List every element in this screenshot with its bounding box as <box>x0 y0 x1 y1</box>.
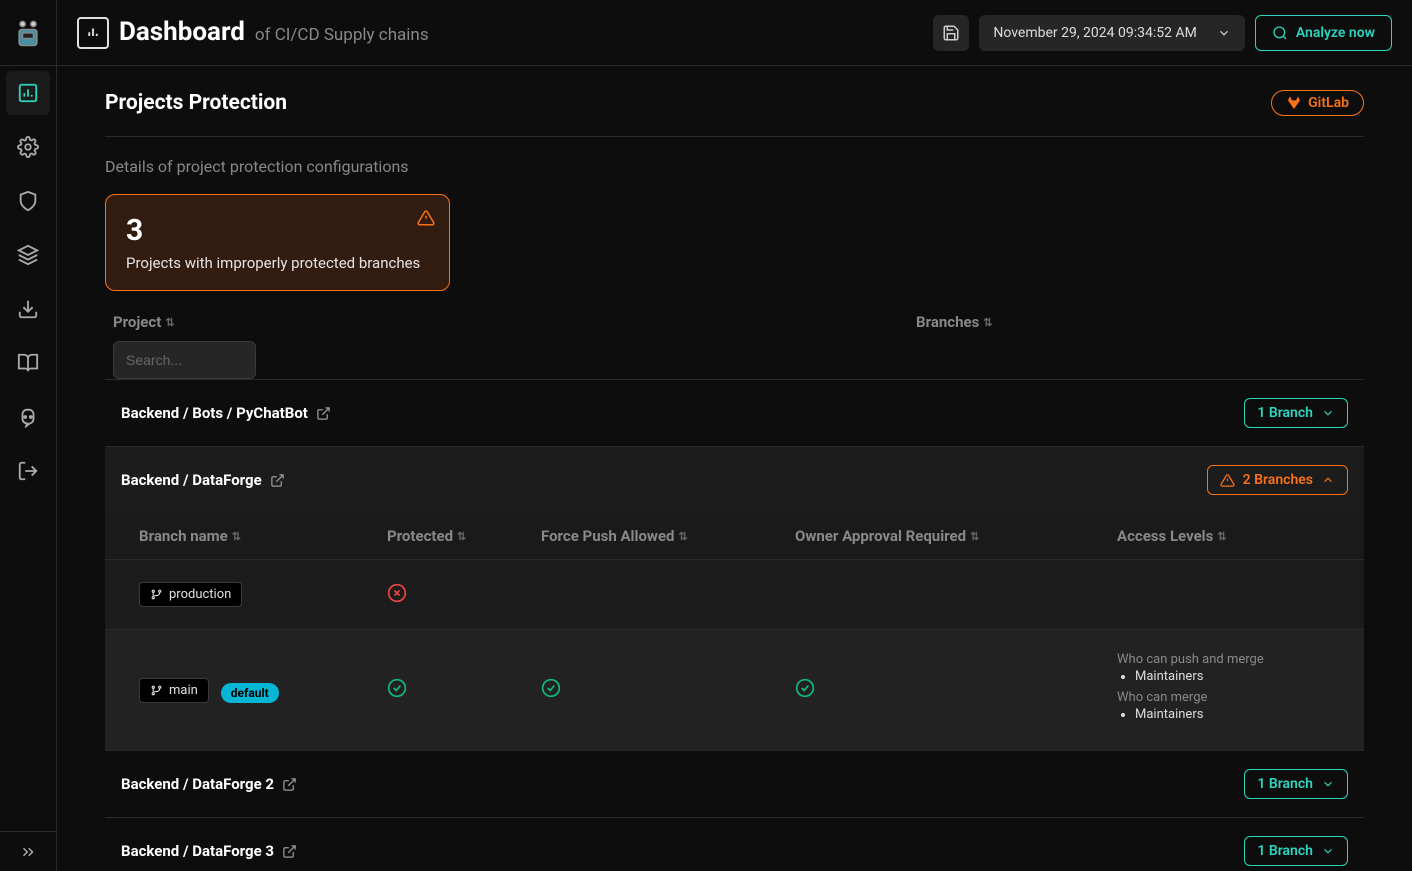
external-link-icon[interactable] <box>270 473 285 488</box>
summary-desc: Projects with improperly protected branc… <box>126 254 429 272</box>
branch-details: Branch name ⇅ Protected ⇅ Force Push All… <box>105 513 1364 750</box>
sidebar-item-docs[interactable] <box>6 341 50 385</box>
analyze-label: Analyze now <box>1296 25 1375 41</box>
status-ok-icon <box>795 678 815 698</box>
save-button[interactable] <box>933 15 969 51</box>
project-row: Backend / DataForge 2 Branches <box>105 446 1364 513</box>
timestamp: November 29, 2024 09:34:52 AM <box>993 25 1197 41</box>
page-subtitle: of CI/CD Supply chains <box>255 25 429 45</box>
warning-icon <box>1220 473 1235 488</box>
col-access-levels[interactable]: Access Levels ⇅ <box>1117 527 1330 545</box>
project-row: Backend / Bots / PyChatBot 1 Branch <box>105 379 1364 446</box>
sidebar-item-download[interactable] <box>6 287 50 331</box>
branch-icon <box>150 588 163 601</box>
sidebar-item-logout[interactable] <box>6 449 50 493</box>
section-subtitle: Details of project protection configurat… <box>105 157 1364 176</box>
sidebar-item-settings[interactable] <box>6 125 50 169</box>
sidebar-item-security[interactable] <box>6 179 50 223</box>
access-levels: Who can push and merge Maintainers Who c… <box>1117 652 1330 728</box>
project-name-label: Backend / Bots / PyChatBot <box>121 404 308 422</box>
search-icon <box>1272 25 1288 41</box>
dashboard-icon <box>77 17 109 49</box>
search-input[interactable] <box>113 341 256 379</box>
project-row: Backend / DataForge 3 1 Branch <box>105 817 1364 871</box>
col-protected[interactable]: Protected ⇅ <box>387 527 541 545</box>
analyze-button[interactable]: Analyze now <box>1255 15 1392 51</box>
col-force-push[interactable]: Force Push Allowed ⇅ <box>541 527 795 545</box>
topbar: Dashboard of CI/CD Supply chains Novembe… <box>57 0 1412 66</box>
project-name-label: Backend / DataForge 2 <box>121 775 274 793</box>
warning-icon <box>417 209 435 231</box>
branch-chip: main <box>139 678 209 703</box>
branch-chip: production <box>139 582 242 607</box>
status-ok-icon <box>541 678 561 698</box>
branch-row: main default <box>105 629 1364 750</box>
sidebar <box>0 0 57 871</box>
branches-toggle[interactable]: 1 Branch <box>1244 836 1348 866</box>
project-name-label: Backend / DataForge 3 <box>121 842 274 860</box>
branch-row: production <box>105 559 1364 629</box>
provider-label: GitLab <box>1308 95 1349 111</box>
chevron-down-icon <box>1217 26 1231 40</box>
app-logo <box>0 0 57 66</box>
section-title: Projects Protection <box>105 91 287 115</box>
project-name-label: Backend / DataForge <box>121 471 262 489</box>
status-bad-icon <box>387 583 407 603</box>
col-project-header[interactable]: Project ⇅ <box>113 313 916 331</box>
external-link-icon[interactable] <box>282 777 297 792</box>
col-owner-approval[interactable]: Owner Approval Required ⇅ <box>795 527 1117 545</box>
branch-icon <box>150 684 163 697</box>
branches-toggle[interactable]: 2 Branches <box>1207 465 1348 495</box>
date-picker[interactable]: November 29, 2024 09:34:52 AM <box>979 15 1245 51</box>
sidebar-item-layers[interactable] <box>6 233 50 277</box>
chevron-down-icon <box>1321 844 1335 858</box>
sidebar-expand[interactable] <box>0 831 57 871</box>
sort-icon: ⇅ <box>165 316 174 329</box>
gitlab-icon <box>1286 95 1302 111</box>
summary-card[interactable]: 3 Projects with improperly protected bra… <box>105 194 450 291</box>
external-link-icon[interactable] <box>282 844 297 859</box>
chevron-down-icon <box>1321 777 1335 791</box>
chevron-down-icon <box>1321 406 1335 420</box>
sidebar-item-discord[interactable] <box>6 395 50 439</box>
provider-badge[interactable]: GitLab <box>1271 90 1364 116</box>
summary-count: 3 <box>126 213 429 248</box>
default-badge: default <box>221 683 279 703</box>
sidebar-item-dashboard[interactable] <box>6 71 50 115</box>
col-branches-header[interactable]: Branches ⇅ <box>916 313 1356 331</box>
status-ok-icon <box>387 678 407 698</box>
col-branch-name[interactable]: Branch name ⇅ <box>139 527 387 545</box>
branches-toggle[interactable]: 1 Branch <box>1244 769 1348 799</box>
external-link-icon[interactable] <box>316 406 331 421</box>
sort-icon: ⇅ <box>983 316 992 329</box>
branches-toggle[interactable]: 1 Branch <box>1244 398 1348 428</box>
project-row: Backend / DataForge 2 1 Branch <box>105 750 1364 817</box>
chevron-up-icon <box>1321 473 1335 487</box>
page-title: Dashboard <box>119 17 245 47</box>
